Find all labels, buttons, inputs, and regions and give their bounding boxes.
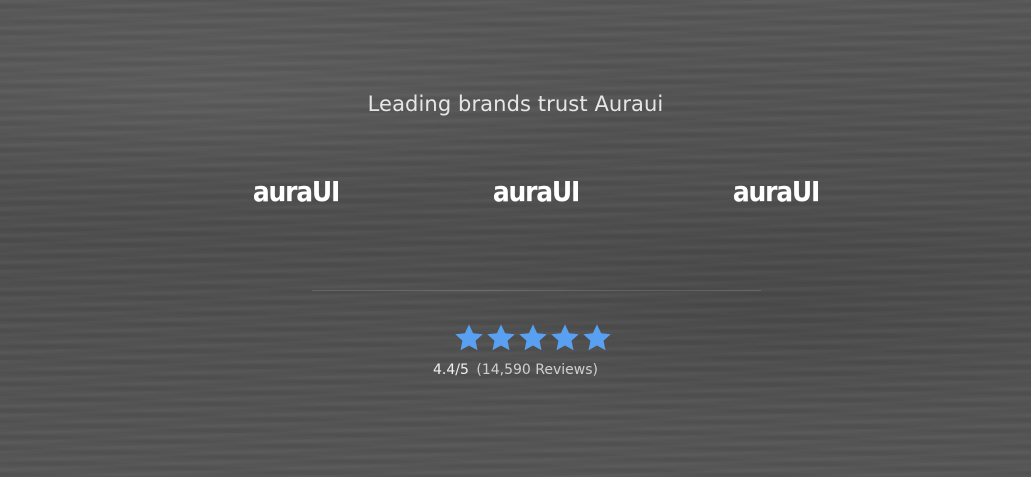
rating-stars: [453, 322, 615, 356]
star-icon: [487, 324, 515, 351]
brand-logo-auraui: auraUI: [252, 175, 340, 208]
star-icon: [519, 324, 547, 351]
brand-logo-auraui: auraUI: [732, 175, 820, 208]
brand-logo-auraui: auraUI: [492, 175, 580, 208]
trust-heading: Leading brands trust Auraui: [367, 92, 664, 116]
star-icon: [455, 324, 483, 351]
review-count: (14,590 Reviews): [476, 362, 598, 378]
rating-value: 4.4/5: [433, 362, 469, 378]
rating-summary: 4.4/5 (14,590 Reviews): [0, 362, 1031, 378]
star-icon: [583, 324, 611, 351]
section-divider: [312, 290, 761, 291]
star-icon: [551, 324, 579, 351]
